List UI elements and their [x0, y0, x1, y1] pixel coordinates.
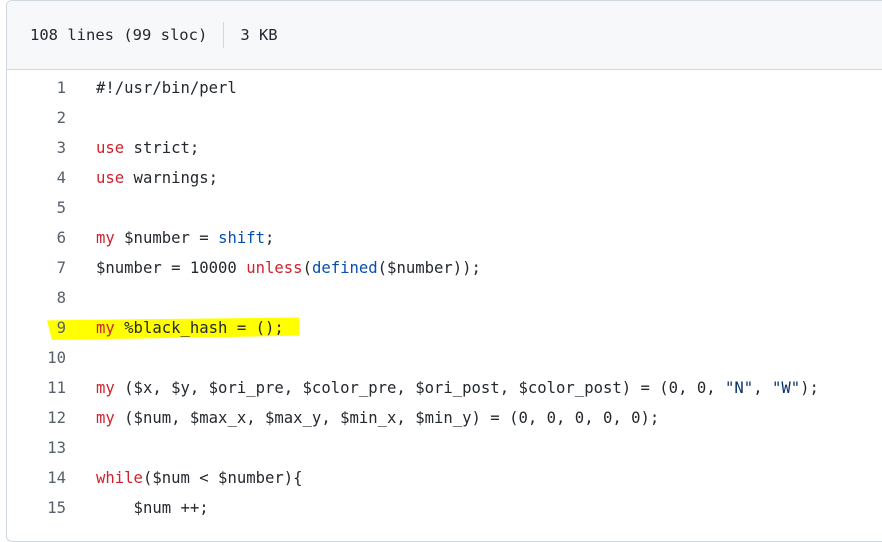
line-number[interactable]: 7	[7, 253, 66, 283]
code-token: use	[96, 169, 125, 187]
code-token: #!/usr/bin/perl	[96, 79, 237, 97]
file-size: 3 KB	[240, 26, 278, 44]
code-line: 1 #!/usr/bin/perl	[7, 73, 882, 103]
code-body: 1 #!/usr/bin/perl 2 3 use strict; 4 use warnin…	[7, 70, 882, 523]
divider	[223, 22, 225, 48]
code-token: my	[96, 379, 115, 397]
code-line: 5	[7, 193, 882, 223]
line-source: my ($num, $max_x, $max_y, $min_x, $min_y…	[96, 403, 659, 433]
code-token: (	[302, 259, 312, 277]
code-token: my	[96, 409, 115, 427]
line-number[interactable]: 4	[7, 163, 66, 193]
line-number[interactable]: 6	[7, 223, 66, 253]
line-number[interactable]: 13	[7, 433, 66, 463]
code-line: 2	[7, 103, 882, 133]
code-token: $number =	[114, 229, 219, 247]
code-token: $number = 10000	[96, 259, 247, 277]
code-token: my	[96, 229, 115, 247]
line-source: my %black_hash = ();	[96, 313, 284, 343]
code-token: ($number));	[377, 259, 481, 277]
line-number[interactable]: 12	[7, 403, 66, 433]
line-count: 108 lines (99 sloc)	[30, 26, 208, 44]
code-line: 14 while($num < $number){	[7, 463, 882, 493]
file-info-bar: 108 lines (99 sloc) 3 KB	[7, 1, 882, 70]
code-token: my	[96, 319, 115, 337]
code-token: "N"	[725, 379, 754, 397]
line-number[interactable]: 9	[7, 313, 66, 343]
code-line: 8	[7, 283, 882, 313]
code-token: use	[96, 139, 125, 157]
line-number[interactable]: 15	[7, 493, 66, 523]
code-token: ;	[265, 229, 275, 247]
code-line: 10	[7, 343, 882, 373]
code-token: while	[96, 469, 143, 487]
line-number[interactable]: 5	[7, 193, 66, 223]
code-token: unless	[246, 259, 303, 277]
code-token: "W"	[771, 379, 801, 397]
line-number[interactable]: 2	[7, 103, 66, 133]
code-token: ,	[753, 379, 772, 397]
line-number[interactable]: 8	[7, 283, 66, 313]
line-source: use warnings;	[96, 163, 218, 193]
line-number[interactable]: 14	[7, 463, 66, 493]
line-source: $num ++;	[96, 493, 209, 523]
code-line: 13	[7, 433, 882, 463]
code-token: ($num < $number){	[142, 469, 303, 487]
line-source: while($num < $number){	[96, 463, 303, 493]
code-line: 12 my ($num, $max_x, $max_y, $min_x, $min…	[7, 403, 882, 433]
line-number[interactable]: 11	[7, 373, 66, 403]
code-token: strict;	[124, 139, 200, 157]
line-number[interactable]: 1	[7, 73, 66, 103]
line-source: my ($x, $y, $ori_pre, $color_pre, $ori_p…	[96, 373, 819, 403]
line-number[interactable]: 3	[7, 133, 66, 163]
code-line: 4 use warnings;	[7, 163, 882, 193]
line-source: $number = 10000 unless(defined($number))…	[96, 253, 481, 283]
code-file-viewer: 108 lines (99 sloc) 3 KB 1 #!/usr/bin/per…	[6, 0, 882, 542]
line-number[interactable]: 10	[7, 343, 66, 373]
code-token: warnings;	[124, 169, 219, 187]
code-token: ($num, $max_x, $max_y, $min_x, $min_y) =…	[114, 409, 660, 427]
code-line: 7 $number = 10000 unless(defined($number)…	[7, 253, 882, 283]
code-token: );	[800, 379, 819, 397]
code-token: defined	[311, 259, 378, 277]
code-line: 6 my $number = shift;	[7, 223, 882, 253]
line-source: #!/usr/bin/perl	[96, 73, 237, 103]
code-token: $num ++;	[96, 499, 209, 517]
code-token: %black_hash = ();	[114, 319, 284, 337]
code-line: 15 $num ++;	[7, 493, 882, 523]
line-source: use strict;	[96, 133, 199, 163]
code-token: ($x, $y, $ori_pre, $color_pre, $ori_post…	[114, 379, 726, 397]
code-token: shift	[218, 229, 266, 247]
line-source: my $number = shift;	[96, 223, 274, 253]
code-line: 3 use strict;	[7, 133, 882, 163]
code-line: 11 my ($x, $y, $ori_pre, $color_pre, $ori…	[7, 373, 882, 403]
code-line: 9 my %black_hash = ();	[7, 313, 882, 343]
